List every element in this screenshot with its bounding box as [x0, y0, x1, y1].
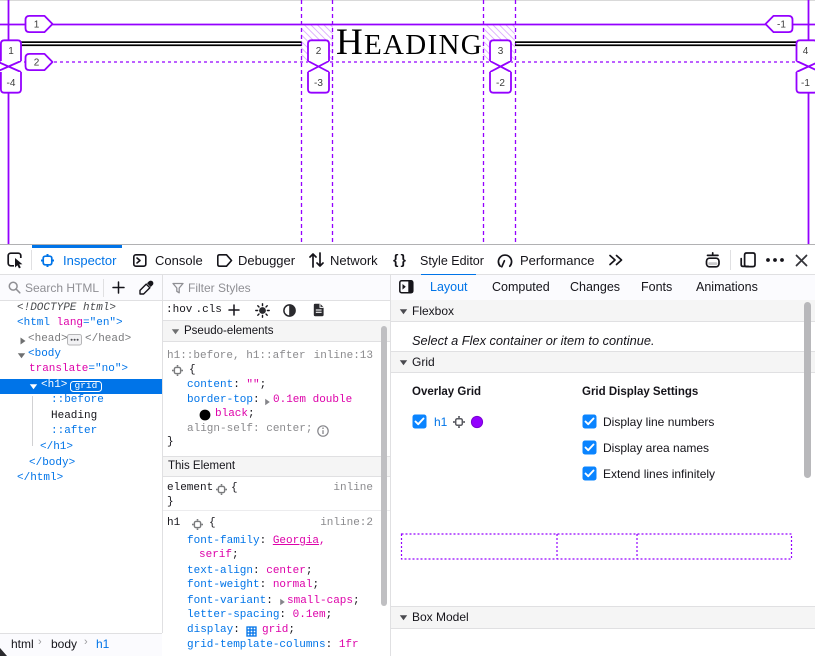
svg-text:1: 1: [34, 20, 40, 31]
svg-text:1: 1: [8, 46, 14, 57]
svg-text:-1: -1: [777, 20, 786, 31]
svg-text:-2: -2: [496, 78, 505, 89]
svg-text:-1: -1: [801, 78, 810, 89]
svg-text:-3: -3: [314, 78, 323, 89]
svg-text:4: 4: [803, 46, 809, 57]
svg-text:2: 2: [34, 58, 40, 69]
svg-text:-4: -4: [7, 78, 16, 89]
svg-text:2: 2: [316, 46, 322, 57]
svg-text:3: 3: [498, 46, 504, 57]
